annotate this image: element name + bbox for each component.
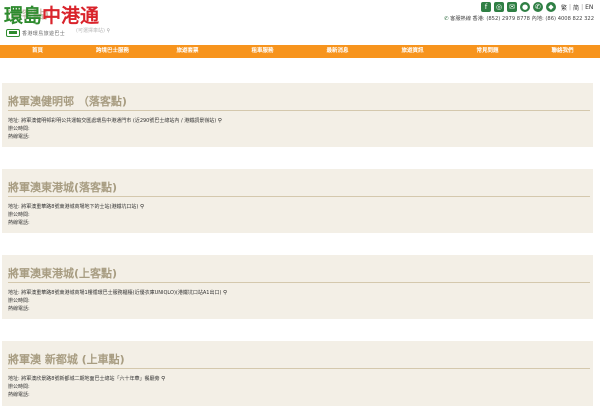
title-divider [8,110,590,111]
station-phone: 熱線電話: [8,134,30,140]
title-divider [8,282,590,283]
weibo-icon[interactable]: ● [520,2,530,12]
logo-tagline: 香港環島旅遊巴士 [22,31,66,37]
station-search-hint-text: (可選擇車站) [76,28,105,34]
bus-icon [6,29,20,37]
logo-text: 環島中港通 [4,6,99,26]
station-card: 將軍澳 新都城 (上車點) 地址: 將軍澳欣景路8號新都城二期地面巴士總站「六十… [2,341,593,406]
lang-english[interactable]: EN [585,4,593,11]
map-pin-icon: ⚲ [106,28,111,34]
station-title: 將軍澳健明邨 （落客點) [8,95,127,108]
lang-separator: | [569,3,572,11]
language-switcher: 繁 | 简 | EN [561,3,593,12]
station-search-hint[interactable]: (可選擇車站) ⚲ [76,27,110,34]
map-pin-icon[interactable]: ⚲ [218,118,222,124]
station-address-text: 地址: 將軍澳欣景路8號新都城二期地面巴士總站「六十年華」餐廳旁 [8,376,160,382]
map-pin-icon[interactable]: ⚲ [140,204,144,210]
lang-simplified[interactable]: 简 [573,3,579,12]
site-header: 環島中港通 香港環島旅遊巴士 (可選擇車站) ⚲ f ◎ ✉ ● ✆ ◆ 繁 |… [0,0,600,44]
main-nav: 首頁 跨境巴士服務 旅遊套票 租車服務 最新消息 旅遊資訊 常見問題 聯絡我們 [0,45,600,58]
station-hours: 辦公時間: [8,126,30,132]
map-pin-icon[interactable]: ⚲ [161,376,165,382]
station-hours: 辦公時間: [8,212,30,218]
nav-travel-packages[interactable]: 旅遊套票 [150,45,225,58]
station-hours: 辦公時間: [8,298,30,304]
station-address: 地址: 將軍澳重華路8號東港城商場地下的士站(港鐵坑口站) ⚲ [8,203,144,210]
nav-car-rental[interactable]: 租車服務 [225,45,300,58]
wechat-icon[interactable]: ✉ [507,2,517,12]
station-address-text: 地址: 將軍澳健明邨彩明公共運輸交匯處環島中港通門市 (近290號巴士總站內 /… [8,118,217,124]
station-title: 將軍澳 新都城 (上車點) [8,353,125,366]
station-title: 將軍澳東港城(落客點) [8,181,118,194]
logo-text-part1: 環島 [4,5,43,27]
hotline-text: 客服熱線 香港: (852) 2979 8778 內地: (86) 4008 8… [450,16,594,22]
station-address-text: 地址: 將軍澳重華路8號東港城商場1樓循環巴士服務櫃檯(近優衣庫UNIQLO)(… [8,290,222,296]
phone-icon: ✆ [444,16,449,22]
lang-separator: | [581,3,584,11]
social-bar: f ◎ ✉ ● ✆ ◆ 繁 | 简 | EN [481,2,593,12]
station-card: 將軍澳東港城(上客點) 地址: 將軍澳重華路8號東港城商場1樓循環巴士服務櫃檯(… [2,255,593,319]
station-phone: 熱線電話: [8,306,30,312]
nav-contact[interactable]: 聯絡我們 [525,45,600,58]
whatsapp-icon[interactable]: ✆ [533,2,543,12]
station-address: 地址: 將軍澳欣景路8號新都城二期地面巴士總站「六十年華」餐廳旁 ⚲ [8,375,165,382]
station-phone: 熱線電話: [8,392,30,398]
nav-news[interactable]: 最新消息 [300,45,375,58]
nav-travel-info[interactable]: 旅遊資訊 [375,45,450,58]
station-title: 將軍澳東港城(上客點) [8,267,118,280]
station-card: 將軍澳健明邨 （落客點) 地址: 將軍澳健明邨彩明公共運輸交匯處環島中港通門市 … [2,83,593,147]
station-address: 地址: 將軍澳健明邨彩明公共運輸交匯處環島中港通門市 (近290號巴士總站內 /… [8,117,222,124]
map-pin-icon[interactable]: ⚲ [223,290,227,296]
station-hours: 辦公時間: [8,384,30,390]
station-address: 地址: 將軍澳重華路8號東港城商場1樓循環巴士服務櫃檯(近優衣庫UNIQLO)(… [8,289,227,296]
instagram-icon[interactable]: ◎ [494,2,504,12]
lang-traditional[interactable]: 繁 [561,3,567,12]
station-address-text: 地址: 將軍澳重華路8號東港城商場地下的士站(港鐵坑口站) [8,204,139,210]
nav-home[interactable]: 首頁 [0,45,75,58]
title-divider [8,368,590,369]
facebook-icon[interactable]: f [481,2,491,12]
line-icon[interactable]: ◆ [546,2,556,12]
hotline: ✆ 客服熱線 香港: (852) 2979 8778 內地: (86) 4008… [444,15,594,22]
site-logo[interactable]: 環島中港通 香港環島旅遊巴士 [4,4,124,42]
nav-faq[interactable]: 常見問題 [450,45,525,58]
nav-cross-border-bus[interactable]: 跨境巴士服務 [75,45,150,58]
title-divider [8,196,590,197]
station-phone: 熱線電話: [8,220,30,226]
logo-text-part2: 中港通 [42,5,100,27]
station-card: 將軍澳東港城(落客點) 地址: 將軍澳重華路8號東港城商場地下的士站(港鐵坑口站… [2,169,593,233]
